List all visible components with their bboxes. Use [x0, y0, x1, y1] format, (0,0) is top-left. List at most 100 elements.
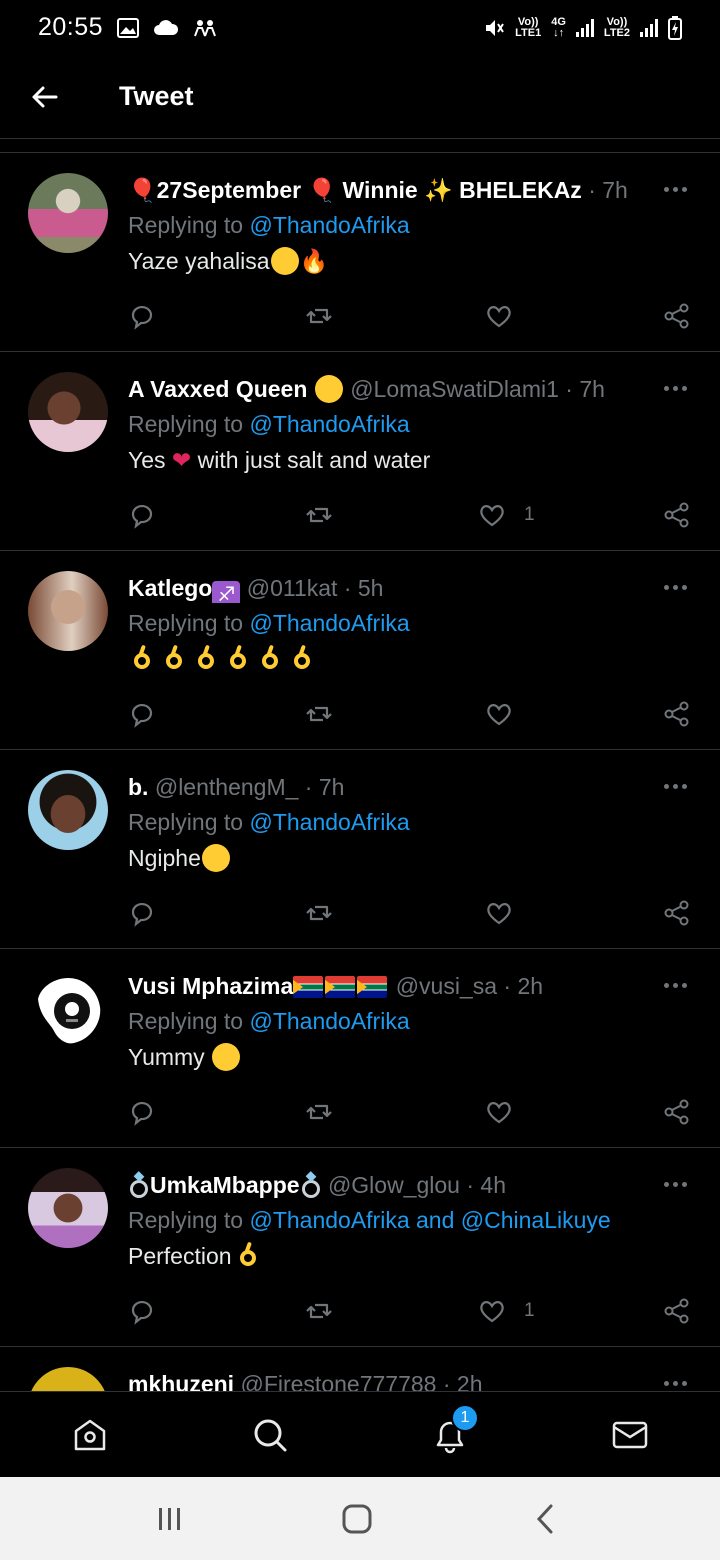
- retweet-button[interactable]: [305, 497, 333, 533]
- mention-link[interactable]: @ThandoAfrika: [249, 1008, 409, 1034]
- avatar[interactable]: [28, 1367, 108, 1391]
- mention-link[interactable]: @ThandoAfrika: [249, 212, 409, 238]
- sagittarius-icon: ♐: [212, 581, 241, 603]
- back-button[interactable]: [0, 55, 88, 139]
- tweet-item[interactable]: Katlego ♐ @011kat · 5h Replying to @Thand…: [0, 551, 720, 750]
- share-button[interactable]: [663, 497, 691, 533]
- avatar[interactable]: [28, 1168, 108, 1248]
- tweet-item[interactable]: 🎈27September 🎈 Winnie ✨ BHELEKAᴢ · 7h Re…: [0, 153, 720, 352]
- tweet-item[interactable]: mkhuzeni @Firestone777788 · 2h: [0, 1347, 720, 1391]
- south-africa-flag-icon: [357, 976, 388, 998]
- mention-link[interactable]: @ThandoAfrika: [249, 809, 409, 835]
- more-options-button[interactable]: [664, 776, 690, 796]
- user-handle[interactable]: @lenthengM_: [155, 774, 299, 800]
- share-icon: [664, 303, 689, 329]
- home-button[interactable]: [317, 1477, 397, 1560]
- heart-icon: [487, 1102, 511, 1124]
- retweet-button[interactable]: [305, 895, 333, 931]
- user-handle[interactable]: @vusi_sa: [396, 973, 497, 999]
- reply-button[interactable]: [128, 1293, 156, 1329]
- ring-emoji-icon: [128, 1172, 150, 1198]
- mention-link[interactable]: @ThandoAfrika: [249, 1207, 409, 1233]
- tweet-item[interactable]: UmkaMbappe @Glow_glou · 4h Replying to @…: [0, 1148, 720, 1347]
- avatar[interactable]: [28, 173, 108, 253]
- display-name-part[interactable]: Winnie: [343, 177, 418, 203]
- ok-hand-emoji-icon: [238, 1242, 260, 1270]
- replying-to: Replying to @ThandoAfrika: [128, 1008, 410, 1034]
- user-handle[interactable]: @LomaSwatiDlami1: [350, 376, 559, 402]
- reply-button[interactable]: [128, 895, 156, 931]
- like-button[interactable]: [485, 696, 513, 732]
- arrow-left-icon: [32, 86, 58, 107]
- tweet-item[interactable]: b. @lenthengM_ · 7h Replying to @ThandoA…: [0, 750, 720, 949]
- display-name[interactable]: 27September: [157, 177, 301, 203]
- ok-hand-emoji-icon: [196, 645, 218, 673]
- avatar[interactable]: [28, 770, 108, 850]
- more-options-button[interactable]: [664, 1174, 690, 1194]
- reply-button[interactable]: [128, 497, 156, 533]
- more-options-button[interactable]: [664, 378, 690, 398]
- display-name-part[interactable]: BHELEKAᴢ: [459, 177, 582, 203]
- avatar[interactable]: [28, 372, 108, 452]
- fire-emoji-icon: 🔥: [299, 248, 329, 274]
- like-button[interactable]: 1: [478, 1293, 535, 1329]
- mention-link[interactable]: @ChinaLikuye: [461, 1207, 611, 1233]
- recents-icon: [159, 1507, 180, 1530]
- nav-home[interactable]: [45, 1392, 135, 1478]
- system-back-button[interactable]: [505, 1477, 585, 1560]
- display-name[interactable]: Vusi Mphazima: [128, 973, 293, 999]
- tweet-header: UmkaMbappe @Glow_glou · 4h: [128, 1170, 660, 1200]
- display-name[interactable]: A Vaxxed Queen: [128, 376, 307, 402]
- retweet-button[interactable]: [305, 298, 333, 334]
- user-handle[interactable]: @011kat: [247, 575, 338, 601]
- retweet-button[interactable]: [305, 696, 333, 732]
- display-name[interactable]: UmkaMbappe: [150, 1172, 300, 1198]
- person-emoji-icon: [314, 375, 343, 403]
- more-options-button[interactable]: [664, 1373, 690, 1391]
- reply-button[interactable]: [128, 696, 156, 732]
- display-name[interactable]: b.: [128, 774, 148, 800]
- retweet-button[interactable]: [305, 1293, 333, 1329]
- display-name[interactable]: mkhuzeni: [128, 1371, 234, 1391]
- tweet-header: Katlego ♐ @011kat · 5h: [128, 573, 660, 603]
- mention-link[interactable]: @ThandoAfrika: [249, 610, 409, 636]
- tweet-item[interactable]: Vusi Mphazima @vusi_sa · 2h Replying to …: [0, 949, 720, 1148]
- nav-messages[interactable]: [585, 1392, 675, 1478]
- reply-button[interactable]: [128, 1094, 156, 1130]
- user-handle[interactable]: @Glow_glou: [328, 1172, 460, 1198]
- yum-emoji-icon: [212, 1043, 241, 1071]
- more-options-button[interactable]: [664, 179, 690, 199]
- ok-hand-emoji-icon: [292, 645, 314, 673]
- recent-apps-button[interactable]: [130, 1477, 210, 1560]
- like-button[interactable]: 1: [478, 497, 535, 533]
- retweet-icon: [306, 905, 332, 921]
- share-button[interactable]: [663, 298, 691, 334]
- share-button[interactable]: [663, 1293, 691, 1329]
- more-options-button[interactable]: [664, 577, 690, 597]
- home-square-icon: [342, 1504, 372, 1533]
- like-count: 1: [524, 504, 535, 525]
- sim1-label: LTE1: [515, 26, 542, 39]
- share-button[interactable]: [663, 895, 691, 931]
- avatar[interactable]: [28, 571, 108, 651]
- mention-link[interactable]: @ThandoAfrika: [249, 411, 409, 437]
- like-button[interactable]: [485, 895, 513, 931]
- user-handle[interactable]: @Firestone777788: [240, 1371, 436, 1391]
- more-options-button[interactable]: [664, 975, 690, 995]
- heart-icon: [480, 1301, 504, 1323]
- tweet-item[interactable]: A Vaxxed Queen @LomaSwatiDlami1 · 7h Rep…: [0, 352, 720, 551]
- display-name[interactable]: Katlego: [128, 575, 212, 601]
- replies-feed[interactable]: 🎈27September 🎈 Winnie ✨ BHELEKAᴢ · 7h Re…: [0, 153, 720, 1391]
- like-button[interactable]: [485, 1094, 513, 1130]
- share-button[interactable]: [663, 696, 691, 732]
- nav-notifications[interactable]: 1: [405, 1392, 495, 1478]
- nav-search[interactable]: [225, 1392, 315, 1478]
- retweet-icon: [306, 1303, 332, 1319]
- like-button[interactable]: [485, 298, 531, 334]
- retweet-button[interactable]: [305, 1094, 333, 1130]
- reply-button[interactable]: [128, 298, 156, 334]
- avatar[interactable]: [28, 969, 108, 1049]
- replying-to: Replying to @ThandoAfrika: [128, 809, 410, 835]
- share-button[interactable]: [663, 1094, 691, 1130]
- replying-to: Replying to @ThandoAfrika: [128, 212, 410, 238]
